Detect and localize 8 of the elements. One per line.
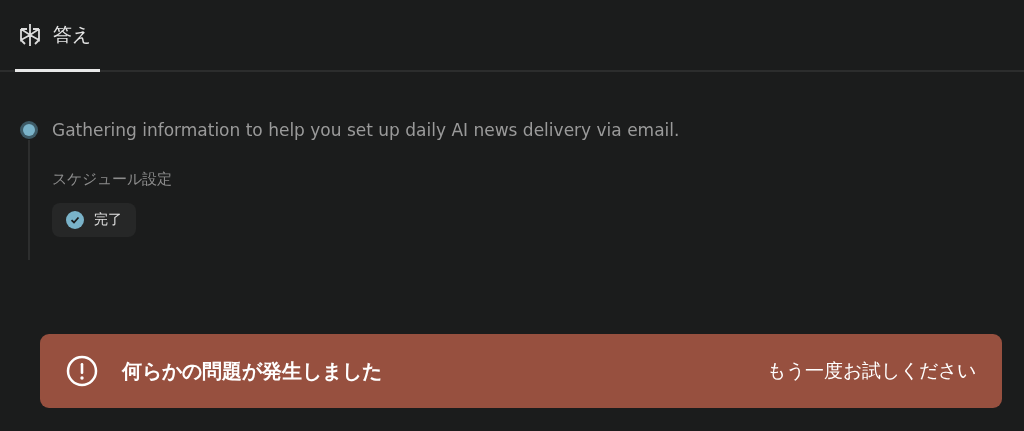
error-message: 何らかの問題が発生しました: [122, 357, 383, 385]
retry-button[interactable]: もう一度お試しください: [767, 358, 976, 384]
warning-icon: [66, 355, 98, 387]
substep-title: スケジュール設定: [52, 170, 173, 189]
status-chip: 完了: [52, 203, 136, 237]
answer-tab[interactable]: 答え: [15, 0, 100, 72]
step-text: Gathering information to help you set up daily AI news delivery via email.: [52, 119, 681, 142]
logo-icon: [19, 22, 41, 47]
